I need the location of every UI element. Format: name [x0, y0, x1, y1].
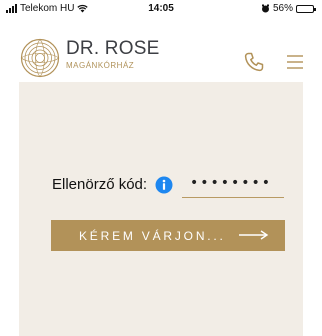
battery-percent: 56%	[272, 3, 293, 14]
arrow-right-icon	[239, 230, 269, 240]
logo-icon[interactable]	[20, 38, 60, 78]
battery-icon	[296, 4, 316, 13]
code-label: Ellenörző kód:	[52, 176, 148, 193]
submit-button[interactable]: KÉREM VÁRJON...	[51, 220, 285, 251]
status-bar: Telekom HU 14:05 56%	[0, 0, 322, 18]
brand-name: DR. ROSE	[66, 38, 160, 59]
alarm-icon	[261, 4, 269, 13]
phone-icon[interactable]	[242, 50, 266, 74]
code-input[interactable]	[182, 168, 284, 198]
info-icon[interactable]	[155, 176, 173, 194]
header: DR. ROSE MAGÁNKÓRHÁZ	[0, 18, 322, 82]
status-right: 56%	[261, 3, 316, 14]
brand-subtitle: MAGÁNKÓRHÁZ	[66, 61, 135, 70]
menu-icon[interactable]	[285, 52, 305, 72]
verification-card	[19, 82, 303, 336]
submit-label: KÉREM VÁRJON...	[79, 229, 226, 243]
